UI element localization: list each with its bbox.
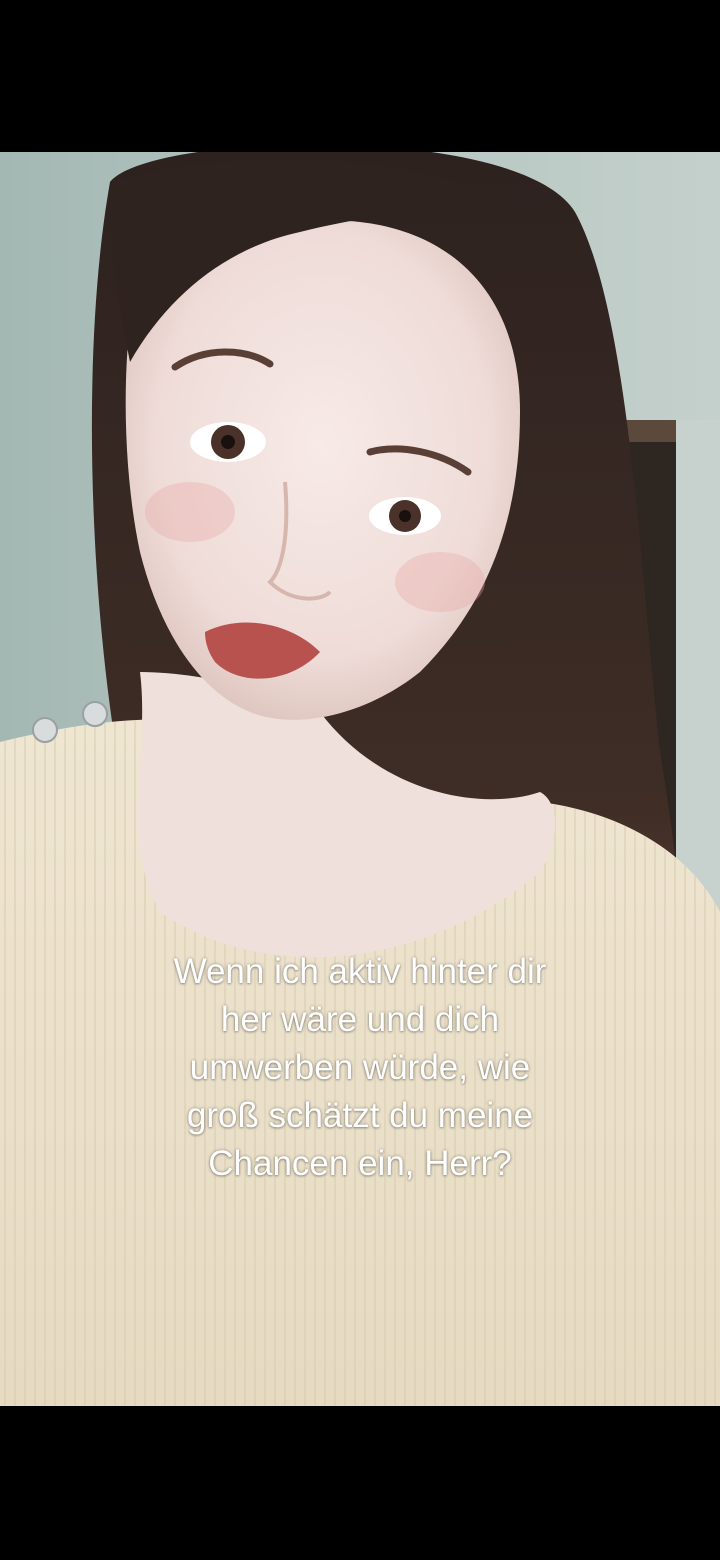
- video-frame[interactable]: [0, 152, 720, 1406]
- video-scene: [0, 152, 720, 1406]
- bottom-letterbox: [0, 1406, 720, 1560]
- caption-line: umwerben würde, wie: [189, 1048, 531, 1087]
- left-blush: [145, 482, 235, 542]
- shoulder-button: [32, 717, 58, 743]
- video-screen[interactable]: Wenn ich aktiv hinter dir her wäre und d…: [0, 0, 720, 1560]
- caption-line: groß schätzt du meine: [186, 1096, 534, 1135]
- caption-line: Wenn ich aktiv hinter dir: [173, 952, 547, 991]
- right-blush: [395, 552, 485, 612]
- caption-line: Chancen ein, Herr?: [208, 1144, 512, 1183]
- right-pupil: [399, 510, 411, 522]
- left-pupil: [221, 435, 235, 449]
- caption-line: her wäre und dich: [220, 1000, 500, 1039]
- video-caption: Wenn ich aktiv hinter dir her wäre und d…: [80, 948, 640, 1188]
- shoulder-button: [82, 701, 108, 727]
- top-letterbox: [0, 0, 720, 152]
